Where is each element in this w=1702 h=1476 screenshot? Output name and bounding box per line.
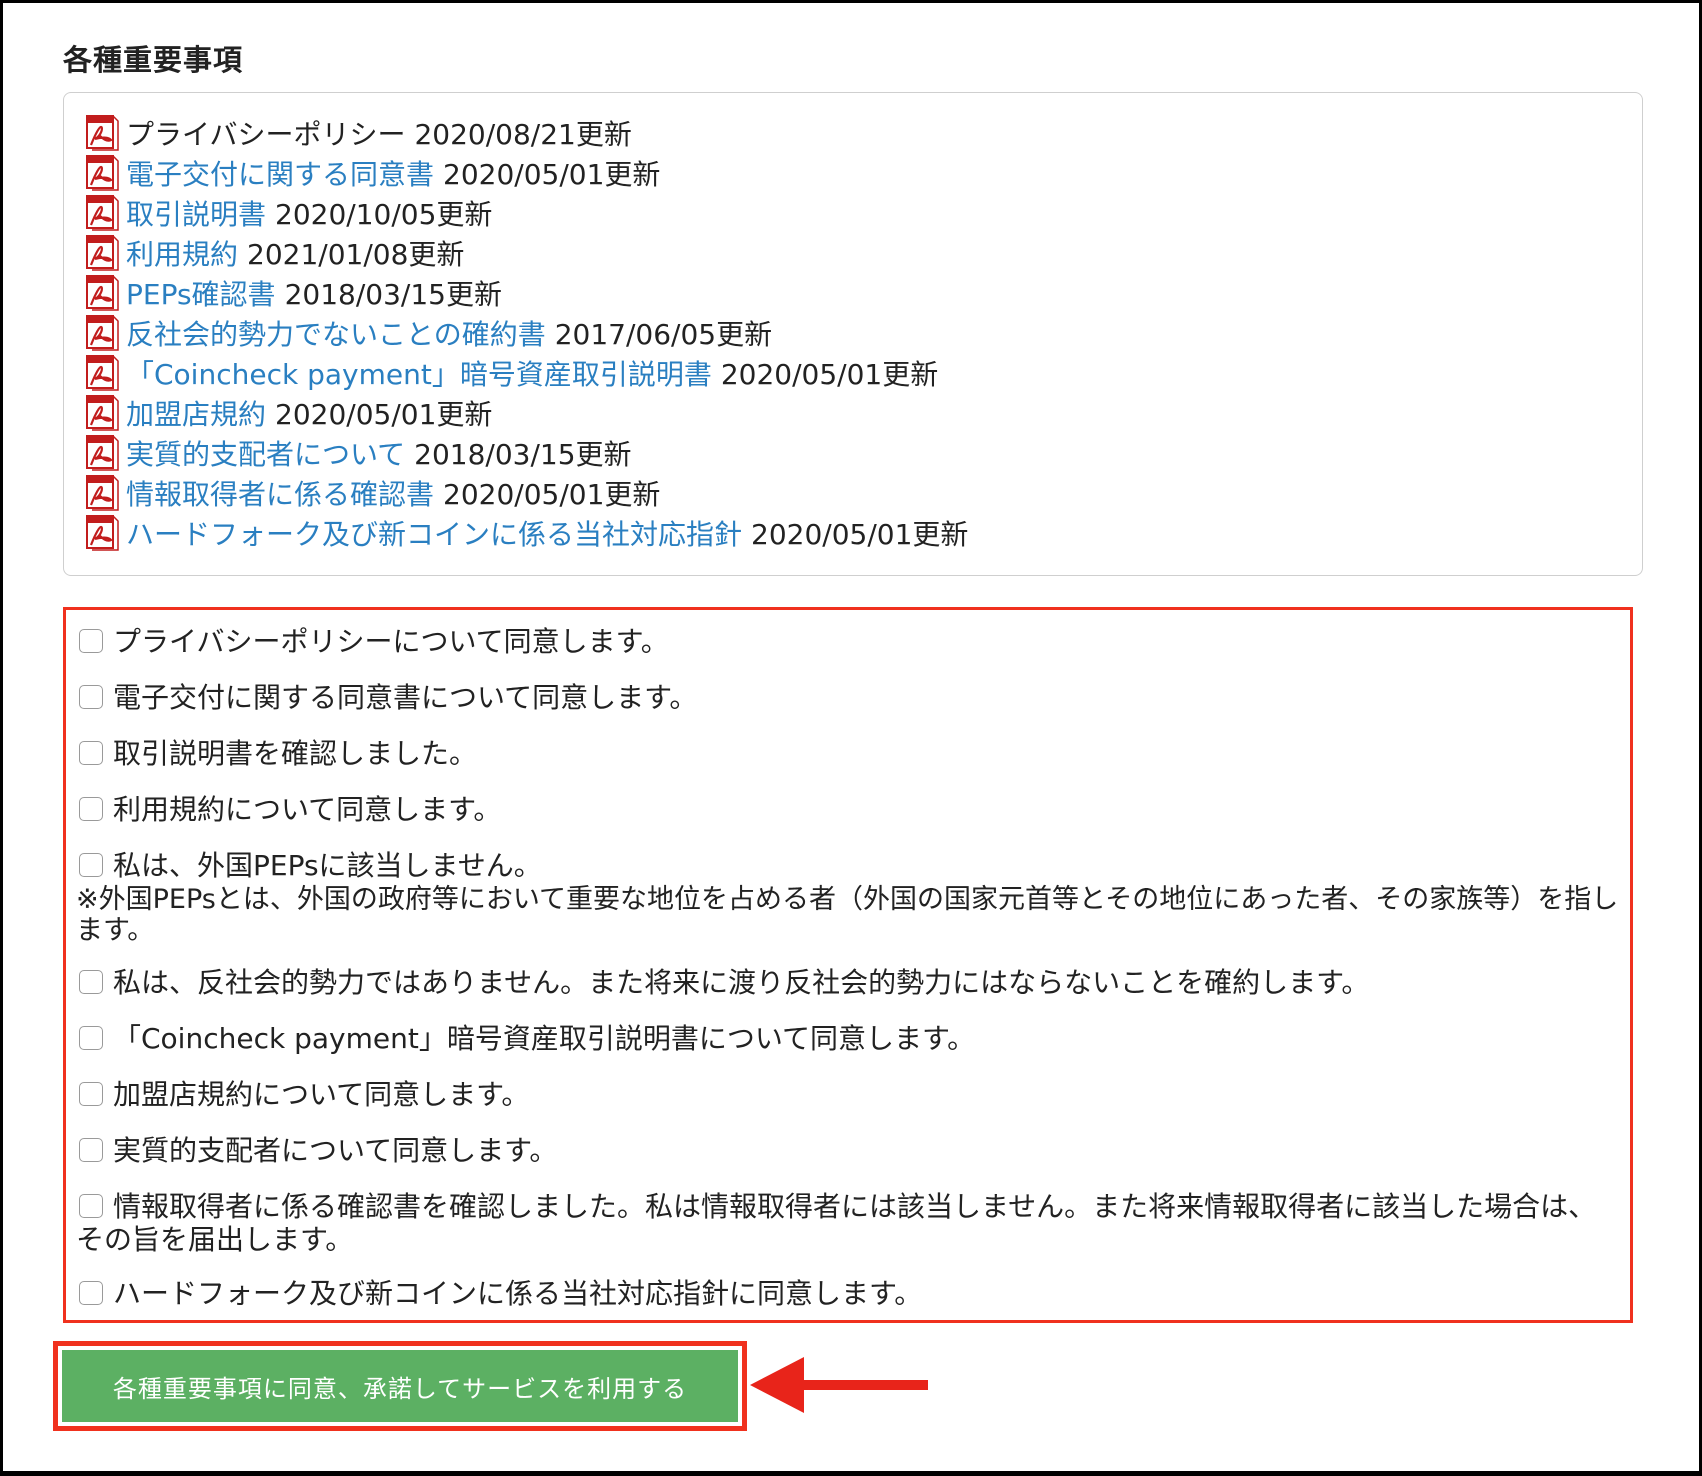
consent-label: 私は、反社会的勢力ではありません。また将来に渡り反社会的勢力にはならないことを確… xyxy=(113,966,1370,999)
consent-checkbox[interactable] xyxy=(79,1138,103,1162)
consent-checkbox[interactable] xyxy=(79,970,103,994)
consent-checkbox[interactable] xyxy=(79,1082,103,1106)
document-item: 反社会的勢力でないことの確約書 2017/06/05更新 xyxy=(85,313,1642,353)
document-item: 電子交付に関する同意書 2020/05/01更新 xyxy=(85,153,1642,193)
document-link-terms-of-use[interactable]: 利用規約 xyxy=(126,233,238,273)
pdf-icon xyxy=(86,155,119,191)
consent-label: 電子交付に関する同意書について同意します。 xyxy=(113,681,698,714)
consent-item-coincheck-payment[interactable]: 「Coincheck payment」暗号資産取引説明書について同意します。 xyxy=(76,1022,1620,1055)
consent-label: 加盟店規約について同意します。 xyxy=(113,1078,530,1111)
document-updated-date: 2017/06/05更新 xyxy=(554,318,773,351)
document-item: ハードフォーク及び新コインに係る当社対応指針 2020/05/01更新 xyxy=(85,513,1642,553)
document-item: 加盟店規約 2020/05/01更新 xyxy=(85,393,1642,433)
pdf-icon xyxy=(86,355,119,391)
document-link-anti-social-forces-pledge[interactable]: 反社会的勢力でないことの確約書 xyxy=(126,313,546,353)
pdf-icon xyxy=(86,195,119,231)
consent-item-electronic-delivery[interactable]: 電子交付に関する同意書について同意します。 xyxy=(76,681,1620,714)
consent-note-peps-definition: ※外国PEPsとは、外国の政府等において重要な地位を占める者（外国の国家元首等と… xyxy=(76,884,1619,946)
document-updated-date: 2020/05/01更新 xyxy=(720,358,939,391)
document-updated-date: 2018/03/15更新 xyxy=(284,278,502,311)
document-item: 「Coincheck payment」暗号資産取引説明書 2020/05/01更… xyxy=(85,353,1642,393)
document-item: 取引説明書 2020/10/05更新 xyxy=(85,193,1642,233)
consent-item-foreign-peps[interactable]: 私は、外国PEPsに該当しません。 ※外国PEPsとは、外国の政府等において重要… xyxy=(76,849,1620,946)
document-item: プライバシーポリシー 2020/08/21更新 xyxy=(85,113,1642,153)
pdf-icon xyxy=(86,315,119,351)
consent-item-information-acquirer[interactable]: 情報取得者に係る確認書を確認しました。私は情報取得者には該当しません。また将来情… xyxy=(76,1190,1620,1256)
document-link-coincheck-payment-explanation[interactable]: 「Coincheck payment」暗号資産取引説明書 xyxy=(126,353,712,393)
pdf-icon xyxy=(86,395,119,431)
document-item: PEPs確認書 2018/03/15更新 xyxy=(85,273,1642,313)
document-updated-date: 2020/08/21更新 xyxy=(414,118,632,151)
document-updated-date: 2020/05/01更新 xyxy=(751,518,969,551)
consent-label: 私は、外国PEPsに該当しません。 xyxy=(113,849,542,882)
consent-checkbox[interactable] xyxy=(79,629,103,653)
section-title: 各種重要事項 xyxy=(63,43,244,77)
consent-item-privacy-policy[interactable]: プライバシーポリシーについて同意します。 xyxy=(76,625,1620,658)
document-link-peps-confirmation[interactable]: PEPs確認書 xyxy=(126,273,276,313)
arrow-left-icon xyxy=(750,1357,928,1413)
consent-label: ハードフォーク及び新コインに係る当社対応指針に同意します。 xyxy=(113,1277,923,1310)
pdf-icon xyxy=(86,515,119,551)
pdf-icon xyxy=(86,435,119,471)
document-link-hard-fork-policy[interactable]: ハードフォーク及び新コインに係る当社対応指針 xyxy=(126,513,742,553)
consent-checklist: プライバシーポリシーについて同意します。 電子交付に関する同意書について同意しま… xyxy=(63,607,1633,1323)
document-link-information-acquirer-confirmation[interactable]: 情報取得者に係る確認書 xyxy=(126,473,434,513)
document-updated-date: 2021/01/08更新 xyxy=(247,238,465,271)
document-title: プライバシーポリシー xyxy=(126,118,406,151)
document-link-trading-explanation[interactable]: 取引説明書 xyxy=(126,193,266,233)
document-updated-date: 2020/05/01更新 xyxy=(275,398,493,431)
consent-item-merchant-terms[interactable]: 加盟店規約について同意します。 xyxy=(76,1078,1620,1111)
consent-label: 情報取得者に係る確認書を確認しました。私は情報取得者には該当しません。また将来情… xyxy=(76,1190,1597,1256)
document-item: 利用規約 2021/01/08更新 xyxy=(85,233,1642,273)
agree-and-use-service-button[interactable]: 各種重要事項に同意、承諾してサービスを利用する xyxy=(62,1350,738,1422)
page-frame: 各種重要事項 プライバシーポリシー 2020/08/21更新 電子交付に関する同… xyxy=(3,3,1699,1471)
consent-checkbox[interactable] xyxy=(79,1194,103,1218)
consent-item-anti-social-forces[interactable]: 私は、反社会的勢力ではありません。また将来に渡り反社会的勢力にはならないことを確… xyxy=(76,966,1620,999)
submit-highlight: 各種重要事項に同意、承諾してサービスを利用する xyxy=(53,1341,747,1431)
document-item: 情報取得者に係る確認書 2020/05/01更新 xyxy=(85,473,1642,513)
consent-checkbox[interactable] xyxy=(79,853,103,877)
consent-label: 利用規約について同意します。 xyxy=(113,793,502,826)
pdf-icon xyxy=(86,115,119,151)
document-link-merchant-terms[interactable]: 加盟店規約 xyxy=(126,393,266,433)
consent-item-trading-explanation[interactable]: 取引説明書を確認しました。 xyxy=(76,737,1620,770)
consent-checkbox[interactable] xyxy=(79,1281,103,1305)
document-item: 実質的支配者について 2018/03/15更新 xyxy=(85,433,1642,473)
consent-label: 「Coincheck payment」暗号資産取引説明書について同意します。 xyxy=(113,1022,976,1055)
consent-item-terms-of-use[interactable]: 利用規約について同意します。 xyxy=(76,793,1620,826)
document-updated-date: 2018/03/15更新 xyxy=(414,438,632,471)
consent-checkbox[interactable] xyxy=(79,685,103,709)
consent-checkbox[interactable] xyxy=(79,741,103,765)
document-link-beneficial-owner[interactable]: 実質的支配者について xyxy=(126,433,405,473)
document-list: プライバシーポリシー 2020/08/21更新 電子交付に関する同意書 2020… xyxy=(63,92,1643,576)
consent-label: プライバシーポリシーについて同意します。 xyxy=(113,625,669,658)
document-updated-date: 2020/05/01更新 xyxy=(443,158,661,191)
consent-item-beneficial-owner[interactable]: 実質的支配者について同意します。 xyxy=(76,1134,1620,1167)
consent-checkbox[interactable] xyxy=(79,1026,103,1050)
consent-label: 取引説明書を確認しました。 xyxy=(113,737,478,770)
document-updated-date: 2020/05/01更新 xyxy=(443,478,661,511)
consent-label: 実質的支配者について同意します。 xyxy=(113,1134,558,1167)
consent-item-hard-fork-policy[interactable]: ハードフォーク及び新コインに係る当社対応指針に同意します。 xyxy=(76,1277,1620,1310)
pdf-icon xyxy=(86,275,119,311)
pdf-icon xyxy=(86,235,119,271)
pdf-icon xyxy=(86,475,119,511)
document-updated-date: 2020/10/05更新 xyxy=(275,198,493,231)
document-link-electronic-delivery-consent[interactable]: 電子交付に関する同意書 xyxy=(126,153,434,193)
consent-checkbox[interactable] xyxy=(79,797,103,821)
